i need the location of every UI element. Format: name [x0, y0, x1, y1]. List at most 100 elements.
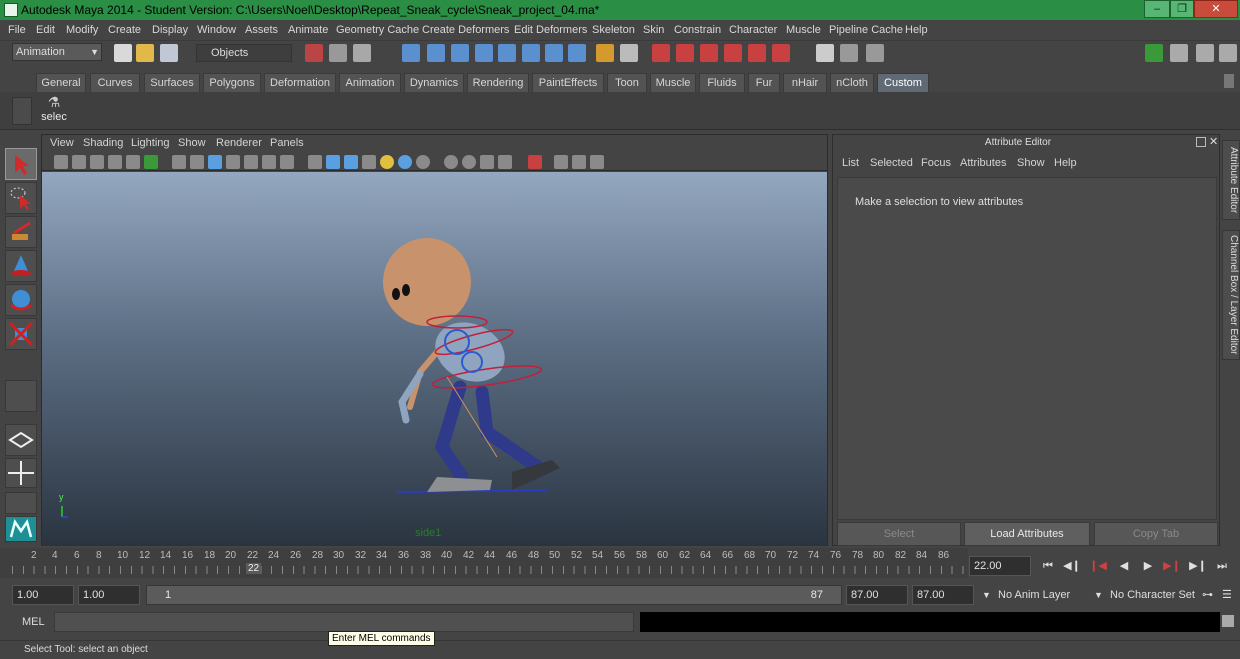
tab-channel-box[interactable]: Channel Box / Layer Editor	[1222, 230, 1240, 360]
animation-end-field[interactable]: 87.00	[912, 585, 974, 605]
tool-settings-toggle-icon[interactable]	[1196, 44, 1214, 62]
multisample-aa-icon[interactable]	[462, 155, 476, 169]
menu-set-dropdown[interactable]: Animation ▼	[12, 43, 102, 61]
shelf-tab-polygons[interactable]: Polygons	[203, 73, 261, 92]
lasso-tool-icon[interactable]	[5, 182, 37, 214]
render-region-icon[interactable]	[620, 44, 638, 62]
maya-learning-icon[interactable]	[5, 516, 37, 542]
menu-muscle[interactable]: Muscle	[786, 20, 821, 40]
layout-toggle-icon[interactable]	[866, 44, 884, 62]
current-time-field[interactable]: 22.00	[969, 556, 1031, 576]
viewport-menu-renderer[interactable]: Renderer	[216, 137, 262, 149]
ae-menu-focus[interactable]: Focus	[921, 157, 951, 169]
snap-to-points-icon[interactable]	[451, 44, 469, 62]
resolution-gate-icon[interactable]	[208, 155, 222, 169]
motion-blur-icon[interactable]	[444, 155, 458, 169]
script-language-label[interactable]: MEL	[12, 612, 52, 632]
textured-icon[interactable]	[362, 155, 376, 169]
grease-pencil-icon[interactable]	[144, 155, 158, 169]
menu-skeleton[interactable]: Skeleton	[592, 20, 635, 40]
shelf-tab-dynamics[interactable]: Dynamics	[404, 73, 464, 92]
shelf-tab-rendering[interactable]: Rendering	[467, 73, 529, 92]
menu-file[interactable]: File	[8, 20, 26, 40]
shadows-icon[interactable]	[398, 155, 412, 169]
render-settings-icon[interactable]	[700, 44, 718, 62]
viewport-menu-shading[interactable]: Shading	[83, 137, 123, 149]
ae-menu-selected[interactable]: Selected	[870, 157, 913, 169]
share-icon[interactable]	[590, 155, 604, 169]
script-editor-icon[interactable]	[1222, 615, 1234, 627]
snap-to-grids-icon[interactable]	[402, 44, 420, 62]
menu-constrain[interactable]: Constrain	[674, 20, 721, 40]
ae-menu-list[interactable]: List	[842, 157, 859, 169]
load-attributes-button[interactable]: Load Attributes	[964, 522, 1090, 546]
menu-skin[interactable]: Skin	[643, 20, 664, 40]
four-view-layout-icon[interactable]	[5, 458, 37, 488]
close-icon[interactable]: ✕	[1194, 0, 1238, 18]
ipr-render-icon[interactable]	[676, 44, 694, 62]
camera-attributes-icon[interactable]	[72, 155, 86, 169]
lock-icon[interactable]	[596, 44, 614, 62]
playback-start-field[interactable]: 1.00	[78, 585, 140, 605]
trash-icon[interactable]	[1224, 74, 1234, 88]
menu-animate[interactable]: Animate	[288, 20, 328, 40]
selection-mask-dropdown[interactable]: Objects	[196, 44, 292, 62]
step-back-frame-icon[interactable]: ◀❙	[1062, 558, 1082, 574]
select-camera-icon[interactable]	[54, 155, 68, 169]
menu-edit-deformers[interactable]: Edit Deformers	[514, 20, 587, 40]
menu-create-deformers[interactable]: Create Deformers	[422, 20, 509, 40]
viewport-menu-panels[interactable]: Panels	[270, 137, 304, 149]
copy-tab-button[interactable]: Copy Tab	[1094, 522, 1218, 546]
go-to-start-icon[interactable]: ⏮	[1038, 558, 1058, 574]
screen-space-ao-icon[interactable]	[416, 155, 430, 169]
field-chart-icon[interactable]	[244, 155, 258, 169]
shelf-tab-deformation[interactable]: Deformation	[264, 73, 336, 92]
last-tool-icon[interactable]	[5, 380, 37, 412]
menu-character[interactable]: Character	[729, 20, 777, 40]
viewport-menu-show[interactable]: Show	[178, 137, 206, 149]
wireframe-icon[interactable]	[308, 155, 322, 169]
attribute-editor-toggle-icon[interactable]	[1170, 44, 1188, 62]
scale-tool-icon[interactable]	[5, 318, 37, 350]
single-perspective-layout-icon[interactable]	[5, 424, 37, 456]
menu-assets[interactable]: Assets	[245, 20, 278, 40]
new-scene-icon[interactable]	[114, 44, 132, 62]
shelf-button-select[interactable]: ⚗ selec	[38, 93, 70, 127]
select-by-object-type-icon[interactable]	[329, 44, 347, 62]
depth-of-field-icon[interactable]	[480, 155, 494, 169]
shelf-tab-toon[interactable]: Toon	[607, 73, 647, 92]
render-help-icon[interactable]	[568, 44, 586, 62]
viewport-menu-lighting[interactable]: Lighting	[131, 137, 170, 149]
image-plane-icon[interactable]	[108, 155, 122, 169]
show-modeling-toolkit-icon[interactable]	[1145, 44, 1163, 62]
menu-modify[interactable]: Modify	[66, 20, 98, 40]
x-ray-joints-icon[interactable]	[554, 155, 568, 169]
menu-display[interactable]: Display	[152, 20, 188, 40]
safe-action-icon[interactable]	[262, 155, 276, 169]
hypershade-icon[interactable]	[724, 44, 742, 62]
step-forward-key-icon[interactable]: ▶❙	[1162, 558, 1182, 574]
mel-command-input[interactable]	[54, 612, 634, 632]
input-output-icon[interactable]	[522, 44, 540, 62]
select-by-hierarchy-icon[interactable]	[305, 44, 323, 62]
shelf-menu-icon[interactable]	[12, 97, 32, 125]
viewport-menu-view[interactable]: View	[50, 137, 74, 149]
outliner-layout-icon[interactable]	[5, 492, 37, 514]
tab-attribute-editor[interactable]: Attribute Editor	[1222, 140, 1240, 220]
select-by-component-icon[interactable]	[353, 44, 371, 62]
select-tool-icon[interactable]	[5, 148, 37, 180]
shelf-tab-curves[interactable]: Curves	[90, 73, 140, 92]
bookmark-icon[interactable]	[90, 155, 104, 169]
sidebar-toggle-icon[interactable]	[840, 44, 858, 62]
use-all-lights-icon[interactable]	[380, 155, 394, 169]
current-frame-marker[interactable]: 22	[246, 563, 262, 574]
shelf-tab-fluids[interactable]: Fluids	[699, 73, 745, 92]
shelf-tab-painteffects[interactable]: PaintEffects	[532, 73, 604, 92]
shelf-tab-custom[interactable]: Custom	[877, 73, 929, 92]
range-slider[interactable]: 1 87	[146, 585, 842, 605]
animation-start-field[interactable]: 1.00	[12, 585, 74, 605]
menu-create[interactable]: Create	[108, 20, 141, 40]
anim-layer-dropdown[interactable]: No Anim Layer	[998, 585, 1070, 605]
step-forward-frame-icon[interactable]: ▶❙	[1188, 558, 1208, 574]
open-scene-icon[interactable]	[136, 44, 154, 62]
